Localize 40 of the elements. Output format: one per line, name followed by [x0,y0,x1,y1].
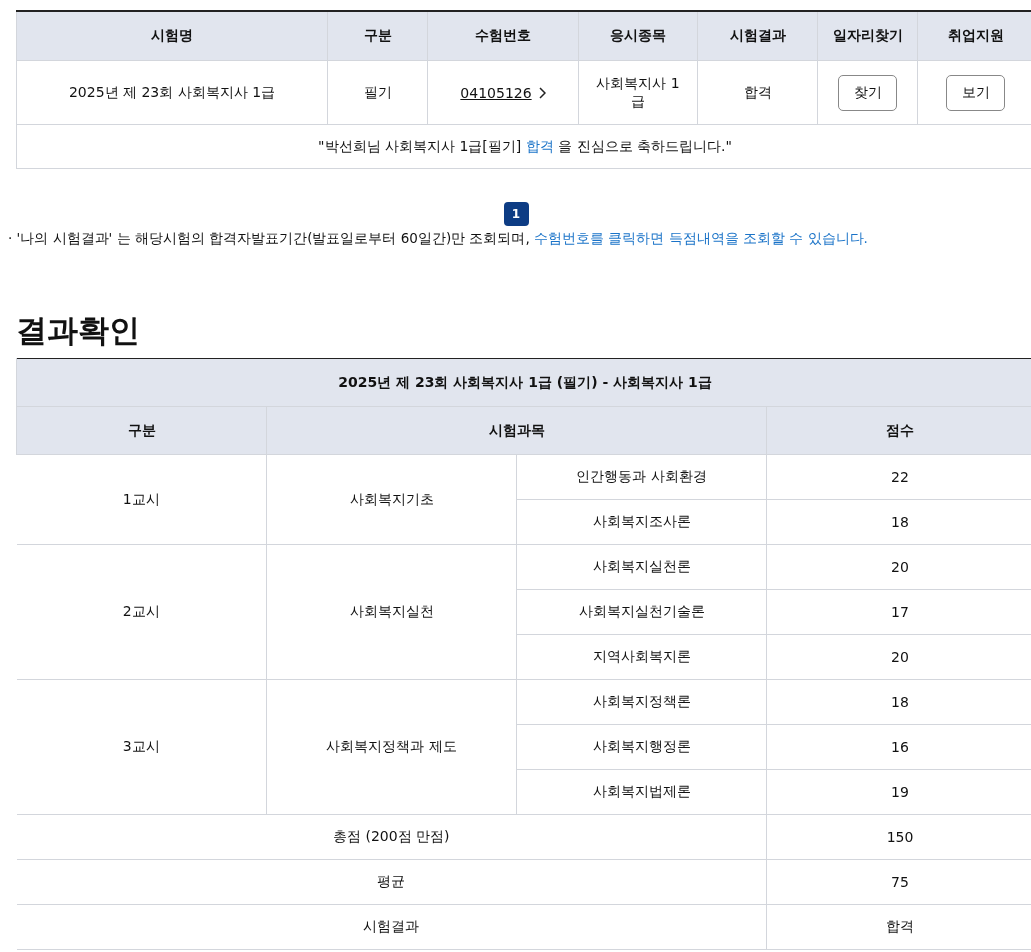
table-cell: 평균 [16,859,767,905]
column-header: 구분 [327,11,428,61]
table-cell: 3교시 [16,679,267,815]
congratulation-message: "박선희님 사회복지사 1급[필기] 합격 을 진심으로 축하드립니다." [16,124,1031,169]
table-title: 2025년 제 23회 사회복지사 1급 (필기) - 사회복지사 1급 [16,358,1031,407]
view-button[interactable]: 보기 [946,74,1005,111]
column-header: 점수 [766,406,1031,455]
table-cell: 인간행동과 사회환경 [516,454,767,500]
table-cell: 사회복지행정론 [516,724,767,770]
table-cell: 사회복지조사론 [516,499,767,545]
section-title: 결과확인 [16,311,141,350]
table-cell: 사회복지실천기술론 [516,589,767,635]
column-header: 수험번호 [427,11,579,61]
table-cell: 사회복지기초 [266,454,517,545]
table-cell: 사회복지정책과 제도 [266,679,517,815]
column-header: 시험명 [16,11,328,61]
column-header: 시험과목 [266,406,767,455]
table-cell: 사회복지사 1급 [578,60,698,125]
table-cell: 합격 [697,60,818,125]
find-button[interactable]: 찾기 [838,74,897,111]
table-cell: 사회복지실천 [266,544,517,680]
table-cell: 사회복지법제론 [516,769,767,815]
table-cell: 2교시 [16,544,267,680]
table-cell: 사회복지정책론 [516,679,767,725]
table-cell: 시험결과 [16,904,767,950]
table-cell: 2025년 제 23회 사회복지사 1급 [16,60,328,125]
column-header: 구분 [16,406,267,455]
column-header: 취업지원 [917,11,1031,61]
column-header: 응시종목 [578,11,698,61]
table-cell: 필기 [327,60,428,125]
page-button[interactable]: 1 [503,202,529,226]
column-header: 시험결과 [697,11,818,61]
table-cell: 사회복지실천론 [516,544,767,590]
table-cell: 1교시 [16,454,267,545]
notice-text: · '나의 시험결과' 는 해당시험의 합격자발표기간(발표일로부터 60일간)만 조회되며, 수험번호를 클릭하면 득점내역을 조회할 수 있습니다. [7,230,869,248]
table-cell: 지역사회복지론 [516,634,767,680]
exam-number-link[interactable]: 04105126 [460,84,546,101]
column-header: 일자리찾기 [817,11,918,61]
chevron-right-icon [537,86,546,99]
table-cell: 총점 (200점 만점) [16,814,767,860]
